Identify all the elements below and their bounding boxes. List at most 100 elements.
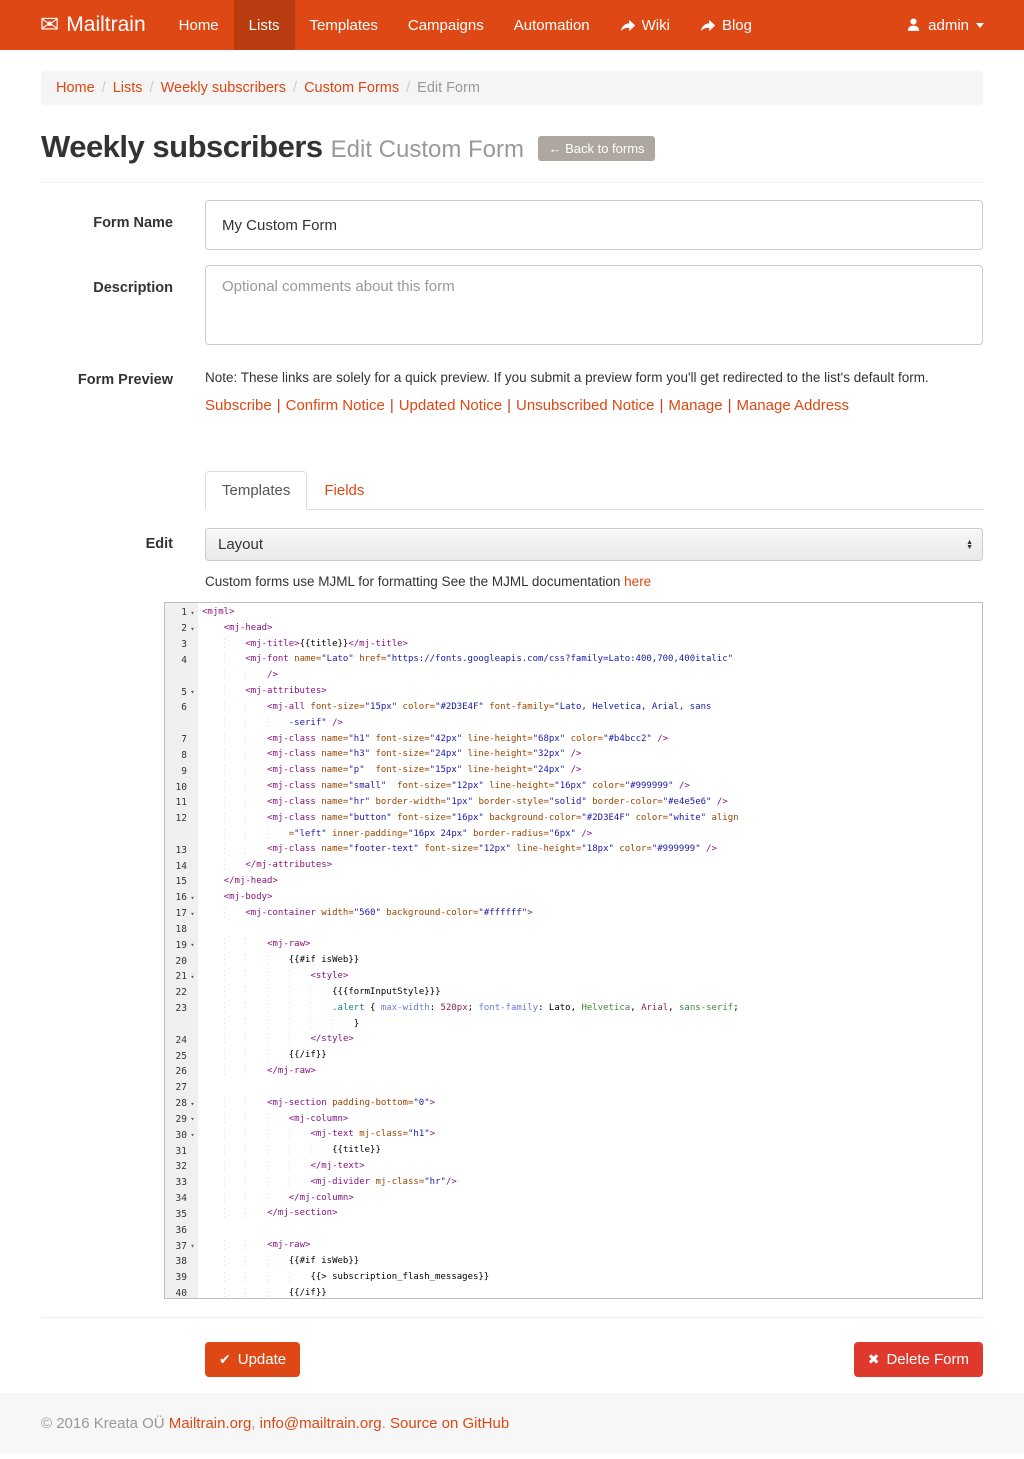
indent (202, 734, 224, 744)
preview-link-manage-address[interactable]: Manage Address (736, 397, 849, 414)
fold-icon[interactable]: ▾ (187, 609, 198, 617)
description-label: Description (41, 265, 173, 345)
nav-item-campaigns[interactable]: Campaigns (393, 0, 499, 50)
code-line: <mj-class name="small" font-size="12px" … (202, 779, 982, 795)
footer-link-mailtrain[interactable]: Mailtrain.org (169, 1415, 252, 1432)
breadcrumb-link-weekly-subscribers[interactable]: Weekly subscribers (161, 80, 286, 96)
preview-link-updated-notice[interactable]: Updated Notice (399, 397, 502, 414)
indent (267, 1272, 289, 1282)
fold-icon[interactable]: ▾ (187, 688, 198, 696)
fold-icon[interactable]: ▾ (187, 625, 198, 633)
indent (245, 797, 267, 807)
token: "24px" (430, 749, 463, 759)
indent (224, 1098, 246, 1108)
nav-item-lists[interactable]: Lists (234, 0, 295, 50)
fold-icon[interactable]: ▾ (187, 910, 198, 918)
indent (289, 1177, 311, 1187)
nav-item-automation[interactable]: Automation (499, 0, 605, 50)
nav-item-wiki[interactable]: Wiki (605, 0, 685, 50)
token: inner-padding= (332, 829, 408, 839)
description-textarea[interactable] (205, 265, 983, 345)
mjml-doc-link[interactable]: here (624, 574, 651, 589)
fold-icon[interactable]: ▾ (187, 1100, 198, 1108)
chevron-down-icon (976, 23, 984, 32)
gutter-line: 8 (165, 747, 198, 763)
fold-icon[interactable]: ▾ (187, 973, 198, 981)
tab-fields[interactable]: Fields (307, 471, 381, 510)
token: /> (717, 797, 728, 807)
indent (224, 670, 246, 680)
fold-icon[interactable]: ▾ (187, 1242, 198, 1250)
indent (245, 1256, 267, 1266)
token: <mj-class (267, 844, 316, 854)
back-to-forms-button[interactable]: ← Back to forms (538, 136, 654, 161)
token: font-family= (489, 702, 554, 712)
template-select[interactable]: Layout ▲▼ (205, 528, 983, 561)
preview-link-subscribe[interactable]: Subscribe (205, 397, 272, 414)
breadcrumb-link-home[interactable]: Home (56, 80, 95, 96)
breadcrumb-current: Edit Form (417, 80, 480, 96)
code-lines[interactable]: <mjml> <mj-head> <mj-title>{{title}}</mj… (198, 603, 982, 1298)
code-line: <mj-raw> (202, 937, 982, 953)
indent (245, 1003, 267, 1013)
indent (310, 987, 332, 997)
indent (245, 1114, 267, 1124)
token: background-color= (386, 908, 478, 918)
brand-link[interactable]: ✉ Mailtrain (40, 0, 146, 50)
indent (202, 955, 224, 965)
token: "#999999" (652, 844, 701, 854)
nav-item-blog[interactable]: Blog (685, 0, 767, 50)
update-button[interactable]: ✔Update (205, 1342, 300, 1377)
token: /> (581, 829, 592, 839)
token: {{#if isWeb}} (289, 1256, 359, 1266)
gutter-line: 9 (165, 763, 198, 779)
user-menu[interactable]: admin (891, 0, 1024, 50)
fold-icon[interactable]: ▾ (187, 941, 198, 949)
preview-link-manage[interactable]: Manage (668, 397, 722, 414)
nav-item-templates[interactable]: Templates (295, 0, 393, 50)
token: border-width= (375, 797, 445, 807)
code-line: <mj-class name="p" font-size="15px" line… (202, 763, 982, 779)
gutter-line: 6 (165, 700, 198, 716)
form-name-input[interactable] (205, 200, 983, 250)
code-editor[interactable]: 1▾2▾345▾678910111213141516▾17▾1819▾2021▾… (164, 602, 983, 1299)
token: font-family (478, 1003, 538, 1013)
fold-icon[interactable]: ▾ (187, 1131, 198, 1139)
indent (202, 1019, 224, 1029)
token: /> (267, 670, 278, 680)
line-number: 10 (176, 782, 187, 793)
footer-link-github[interactable]: Source on GitHub (390, 1415, 509, 1432)
brand-label: Mailtrain (66, 13, 145, 37)
breadcrumb-link-custom-forms[interactable]: Custom Forms (304, 80, 399, 96)
token: /> (679, 781, 690, 791)
preview-note: Note: These links are solely for a quick… (205, 370, 983, 385)
indent (224, 765, 246, 775)
gutter-line: 3 (165, 637, 198, 653)
preview-link-confirm-notice[interactable]: Confirm Notice (286, 397, 385, 414)
nav-item-home[interactable]: Home (164, 0, 234, 50)
footer-link-email[interactable]: info@mailtrain.org (260, 1415, 382, 1432)
gutter-line: 28▾ (165, 1096, 198, 1112)
token: {{title}} (332, 1145, 381, 1155)
token: <mj-head> (224, 623, 273, 633)
token: line-height= (468, 749, 533, 759)
indent (245, 1193, 267, 1203)
preview-link-unsubscribed-notice[interactable]: Unsubscribed Notice (516, 397, 654, 414)
token: font-size= (397, 813, 451, 823)
delete-form-button[interactable]: ✖Delete Form (854, 1342, 983, 1377)
indent (224, 813, 246, 823)
code-line: {{{formInputStyle}}} (202, 985, 982, 1001)
fold-icon[interactable]: ▾ (187, 894, 198, 902)
breadcrumb: Home/Lists/Weekly subscribers/Custom For… (41, 71, 983, 105)
code-line: {{title}} (202, 1143, 982, 1159)
code-line: {{#if isWeb}} (202, 953, 982, 969)
indent (224, 686, 246, 696)
breadcrumb-link-lists[interactable]: Lists (113, 80, 143, 96)
code-line: } (202, 1017, 982, 1033)
indent (245, 971, 267, 981)
fold-icon[interactable]: ▾ (187, 1115, 198, 1123)
tab-templates[interactable]: Templates (205, 471, 307, 510)
line-number: 37 (176, 1241, 187, 1252)
token: name= (321, 734, 348, 744)
token: "p" (348, 765, 364, 775)
